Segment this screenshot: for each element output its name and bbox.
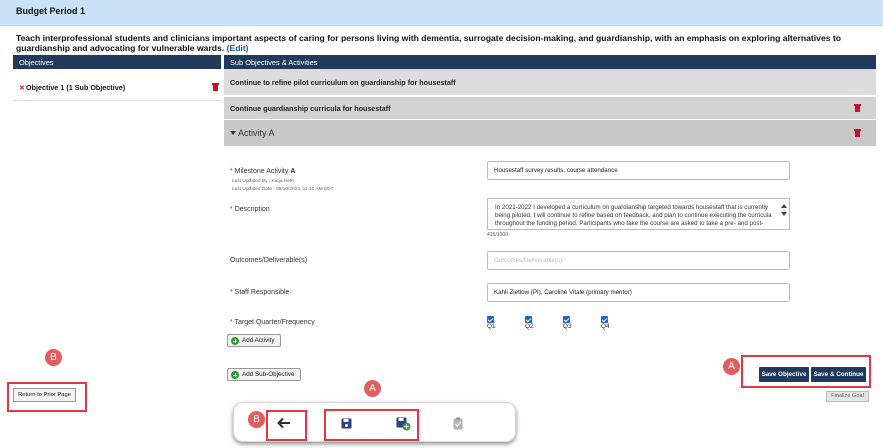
objectives-header-label: Objectives	[19, 58, 54, 67]
clipboard-check-icon[interactable]	[453, 417, 463, 430]
target-quarter-label: * Target Quarter/Frequency	[230, 319, 315, 326]
objectives-list: ✕Objective 1 (1 Sub Objective)	[13, 69, 221, 101]
sub-objective-parent-row[interactable]: Continue to refine pilot curriculum on g…	[224, 69, 876, 95]
budget-period-title: Budget Period 1	[16, 6, 86, 16]
plus-circle-icon	[231, 371, 239, 379]
annotation-marker-a: A	[723, 358, 740, 375]
description-textarea[interactable]: In 2021-2022 I developed a curriculum on…	[487, 198, 790, 230]
return-prior-page-button[interactable]: Return to Prior Page	[13, 388, 76, 402]
objective-item[interactable]: ✕Objective 1 (1 Sub Objective)	[19, 83, 125, 92]
caret-down-icon[interactable]	[230, 131, 236, 135]
finalize-goal-button[interactable]: Finalize Goal	[826, 391, 869, 402]
sub-objectives-header: Sub Objectives & Activities	[224, 55, 876, 69]
checkbox-q1[interactable]: Q1	[487, 316, 496, 330]
trash-icon[interactable]	[212, 83, 219, 91]
description-label: * Description	[230, 206, 270, 213]
last-updated-date: Last Updated Date : 08/10/2023, 11:10 AM…	[232, 187, 334, 192]
objective-marker-icon: ✕	[19, 83, 26, 92]
objective-label: Objective 1 (1 Sub Objective)	[26, 83, 126, 92]
checkbox-q4[interactable]: Q4	[601, 316, 610, 330]
scroll-up-icon[interactable]	[781, 204, 787, 208]
textarea-scrollbar[interactable]	[780, 200, 789, 228]
annotation-box-b-back	[266, 410, 307, 441]
plus-circle-icon	[231, 337, 239, 345]
budget-period-bar: Budget Period 1	[0, 0, 883, 26]
outcomes-label: Outcomes/Deliverable(s)	[230, 257, 308, 264]
sub-objectives-header-label: Sub Objectives & Activities	[230, 58, 318, 67]
add-activity-button[interactable]: Add Activity	[227, 334, 281, 347]
objectives-header: Objectives	[13, 55, 221, 69]
annotation-marker-a-toolbar: A	[364, 380, 381, 397]
save-continue-button[interactable]: Save & Continue	[811, 367, 866, 382]
goal-text: Teach interprofessional students and cli…	[16, 33, 842, 53]
annotation-box-a-toolbar	[324, 409, 419, 441]
checkbox-q2[interactable]: Q2	[525, 316, 534, 330]
sub-objective-row[interactable]: Continue guardianship curricula for hous…	[224, 97, 876, 119]
checkbox-q3[interactable]: Q3	[563, 316, 572, 330]
sub-objective-label: Continue guardianship curricula for hous…	[230, 104, 391, 113]
annotation-marker-b: B	[45, 349, 62, 366]
staff-input[interactable]: Kahli Zietlow (PI), Caroline Vitale (pri…	[487, 283, 790, 302]
trash-icon[interactable]	[854, 104, 861, 112]
milestone-input[interactable]: Housestaff survey results, course attend…	[487, 161, 790, 180]
sub-objective-parent-label: Continue to refine pilot curriculum on g…	[230, 78, 456, 87]
milestone-label: * Milestone Activity A	[230, 168, 296, 175]
last-updated-by: Last Updated By : Katja Heth	[232, 179, 294, 184]
add-sub-objective-button[interactable]: Add Sub-Objective	[227, 368, 301, 381]
scroll-down-icon[interactable]	[781, 212, 787, 216]
goal-description: Teach interprofessional students and cli…	[16, 33, 876, 53]
activity-header-row[interactable]: Activity A	[224, 120, 876, 146]
edit-goal-link[interactable]: (Edit)	[227, 43, 249, 53]
annotation-marker-b-toolbar: B	[248, 411, 265, 428]
save-objective-button[interactable]: Save Objective	[759, 367, 809, 382]
staff-label: * Staff Responsible	[230, 289, 290, 296]
outcomes-input[interactable]: Outcomes/Deliverable(s)	[487, 251, 790, 270]
activity-title: Activity A	[238, 128, 275, 138]
trash-icon[interactable]	[854, 129, 861, 137]
character-count: 415/1000	[487, 232, 508, 238]
